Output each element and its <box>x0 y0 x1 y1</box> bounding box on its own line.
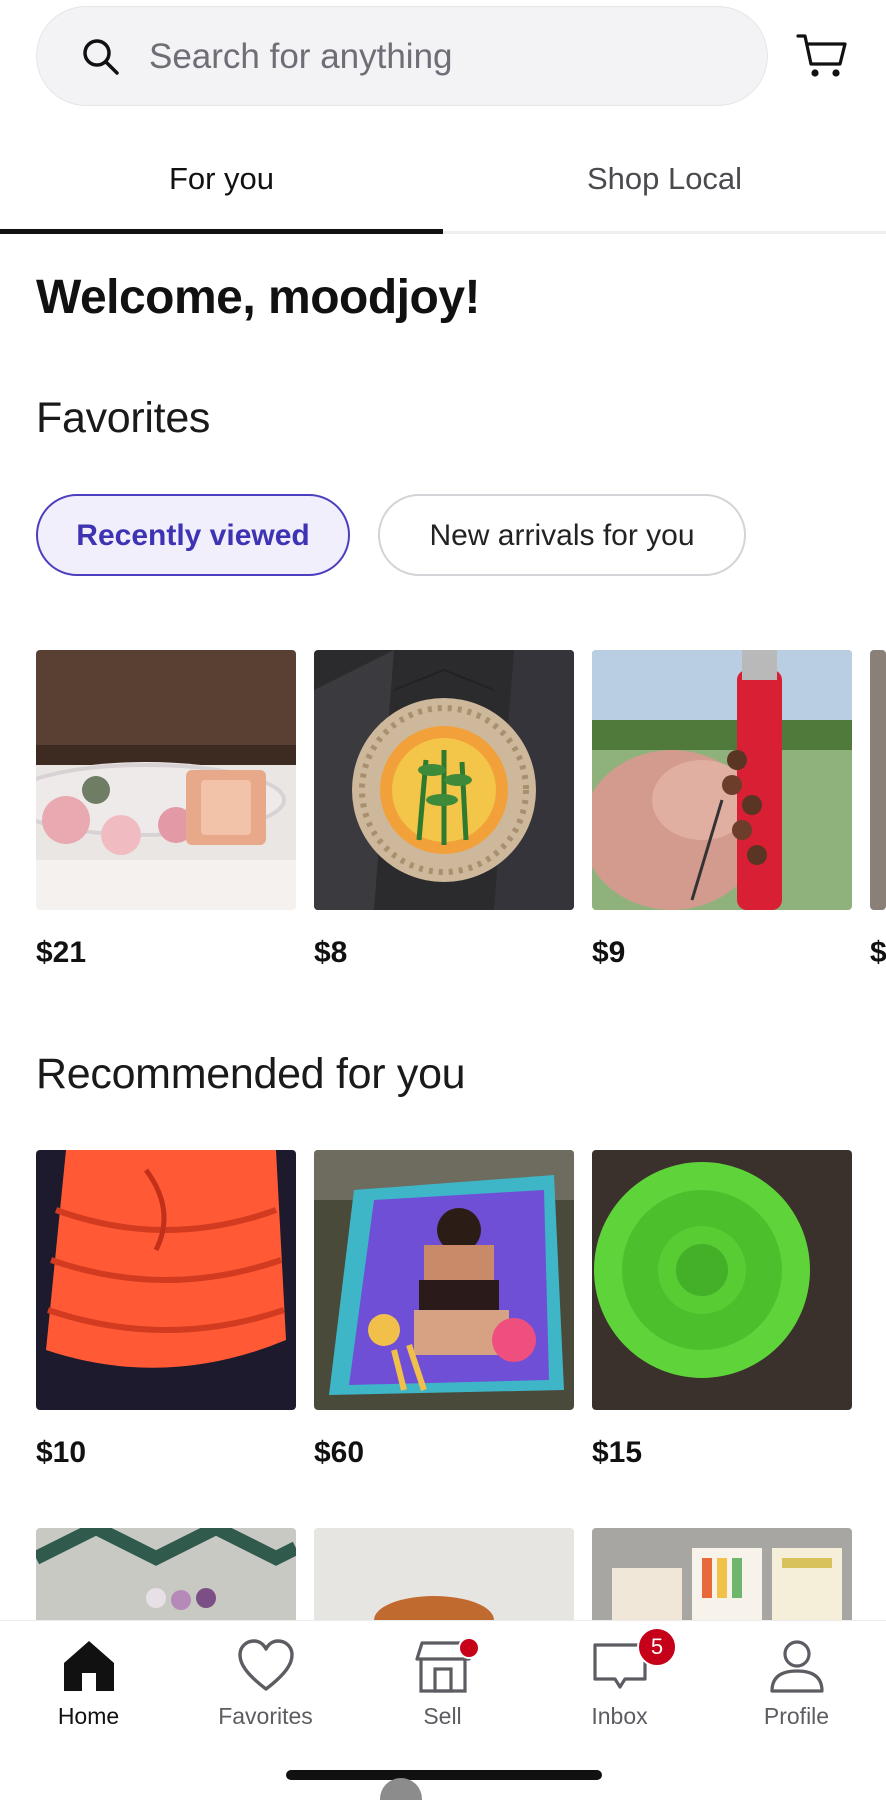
product-image[interactable] <box>870 650 886 910</box>
product-image[interactable] <box>314 1528 574 1620</box>
sell-notification-dot <box>458 1637 480 1659</box>
tab-shop-local[interactable]: Shop Local <box>443 118 886 234</box>
home-icon <box>64 1641 114 1691</box>
product-image[interactable] <box>592 650 852 910</box>
product-image[interactable] <box>36 1528 296 1620</box>
tab-bar: For you Shop Local <box>0 118 886 234</box>
recommended-item-card[interactable]: $60 <box>314 1150 574 1470</box>
favorite-item-card[interactable]: $9 <box>592 650 852 970</box>
search-bar[interactable]: Search for anything <box>36 6 768 106</box>
product-image[interactable] <box>36 650 296 910</box>
nav-profile[interactable]: Profile <box>708 1621 885 1731</box>
product-image[interactable] <box>314 1150 574 1410</box>
chip-recently-viewed[interactable]: Recently viewed <box>36 494 350 576</box>
tab-for-you[interactable]: For you <box>0 118 443 234</box>
nav-label: Inbox <box>591 1703 648 1729</box>
product-price: $15 <box>592 1436 643 1469</box>
nav-label: Favorites <box>218 1703 313 1729</box>
chip-new-arrivals[interactable]: New arrivals for you <box>378 494 746 576</box>
recommended-item-card[interactable] <box>314 1528 574 1620</box>
product-image[interactable] <box>592 1150 852 1410</box>
product-price: $8 <box>314 936 348 969</box>
product-price: $ <box>870 936 886 969</box>
nav-home[interactable]: Home <box>0 1621 177 1731</box>
welcome-heading: Welcome, moodjoy! <box>36 271 481 324</box>
nav-favorites[interactable]: Favorites <box>177 1621 354 1731</box>
favorites-heading: Favorites <box>36 394 211 442</box>
product-price: $10 <box>36 1436 87 1469</box>
nav-inbox[interactable]: 5 Inbox <box>531 1621 708 1731</box>
search-placeholder: Search for anything <box>149 37 453 76</box>
recommended-item-card[interactable] <box>36 1528 296 1620</box>
active-tab-indicator <box>0 229 443 234</box>
product-price: $9 <box>592 936 626 969</box>
search-icon <box>83 39 119 75</box>
recommended-item-card[interactable]: $10 <box>36 1150 296 1470</box>
cart-icon[interactable] <box>796 30 848 82</box>
favorite-item-card[interactable]: $ <box>870 650 886 970</box>
top-bar: Search for anything <box>0 0 886 118</box>
inbox-badge: 5 <box>637 1627 677 1667</box>
favorite-item-card[interactable]: $8 <box>314 650 574 970</box>
product-image[interactable] <box>36 1150 296 1410</box>
product-image[interactable] <box>592 1528 852 1620</box>
heart-icon <box>238 1639 294 1691</box>
recommended-item-card[interactable] <box>592 1528 852 1620</box>
product-price: $21 <box>36 936 87 969</box>
recommended-item-card[interactable]: $15 <box>592 1150 852 1470</box>
product-image[interactable] <box>314 650 574 910</box>
product-price: $60 <box>314 1436 365 1469</box>
profile-icon <box>770 1640 824 1693</box>
nav-label: Profile <box>763 1703 830 1729</box>
favorite-item-card[interactable]: $21 <box>36 650 296 970</box>
nav-sell[interactable]: Sell <box>354 1621 531 1731</box>
nav-label: Home <box>57 1703 120 1729</box>
home-indicator[interactable] <box>286 1770 602 1780</box>
nav-label: Sell <box>423 1703 462 1729</box>
recommended-heading: Recommended for you <box>36 1050 466 1098</box>
